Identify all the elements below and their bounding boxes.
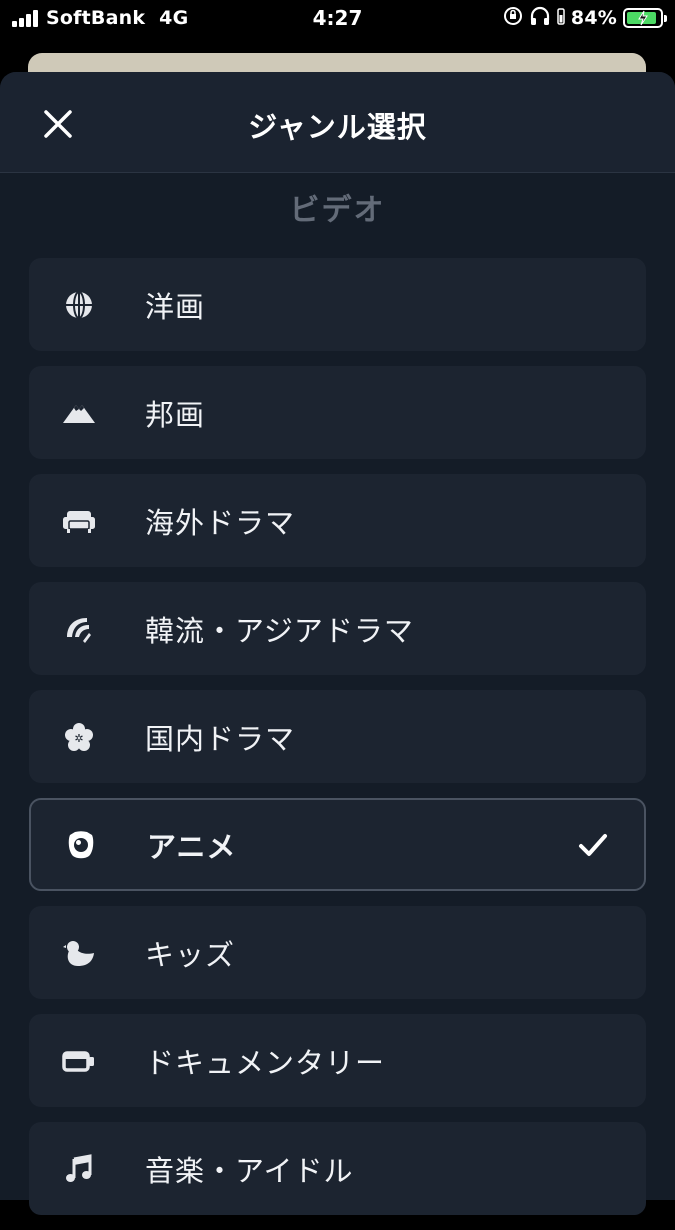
hat-icon — [59, 609, 99, 649]
genre-row[interactable]: ドキュメンタリー — [29, 1014, 646, 1107]
sofa-icon — [59, 501, 99, 541]
headphones-icon — [529, 6, 551, 30]
battery-icon — [623, 8, 667, 28]
genre-label: アニメ — [147, 829, 237, 864]
genre-label: 海外ドラマ — [145, 505, 296, 540]
globe-icon — [59, 285, 99, 325]
genre-row[interactable]: 韓流・アジアドラマ — [29, 582, 646, 675]
genre-row[interactable]: 洋画 — [29, 258, 646, 351]
genre-label: 洋画 — [145, 289, 206, 324]
status-bar-right: 84% — [503, 6, 667, 30]
music-note-icon — [59, 1149, 99, 1189]
genre-row[interactable]: 邦画 — [29, 366, 646, 459]
genre-label: 音楽・アイドル — [145, 1153, 354, 1188]
sheet-title: ジャンル選択 — [248, 110, 427, 144]
svg-text:✲: ✲ — [74, 732, 83, 745]
orientation-lock-icon — [503, 6, 523, 30]
sheet-header: ジャンル選択 — [0, 72, 675, 173]
battery-small-icon — [557, 6, 565, 30]
genre-label: ドキュメンタリー — [145, 1045, 386, 1080]
flower-icon: ✲ — [59, 717, 99, 757]
mountain-icon — [59, 393, 99, 433]
selected-check — [576, 828, 610, 862]
genre-list: 洋画邦画海外ドラマ韓流・アジアドラマ ✲ 国内ドラマアニメキッズドキュメンタリー 音楽… — [29, 258, 646, 1230]
genre-label: 邦画 — [145, 397, 206, 432]
genre-row[interactable]: 音楽・アイドル — [29, 1122, 646, 1215]
section-label-video: ビデオ — [289, 193, 386, 228]
status-bar: SoftBank 4G 4:27 84% — [0, 0, 675, 40]
genre-row[interactable]: アニメ — [29, 798, 646, 891]
chick-icon — [59, 933, 99, 973]
anime-eye-icon — [61, 825, 101, 865]
genre-row[interactable]: ✲ 国内ドラマ — [29, 690, 646, 783]
genre-label: 国内ドラマ — [145, 721, 296, 756]
genre-row[interactable]: キッズ — [29, 906, 646, 999]
battery-percent: 84% — [570, 7, 617, 29]
genre-label: キッズ — [145, 937, 236, 972]
camera-icon — [59, 1041, 99, 1081]
checkmark-icon — [579, 833, 607, 856]
genre-row[interactable]: 海外ドラマ — [29, 474, 646, 567]
genre-label: 韓流・アジアドラマ — [145, 613, 414, 648]
